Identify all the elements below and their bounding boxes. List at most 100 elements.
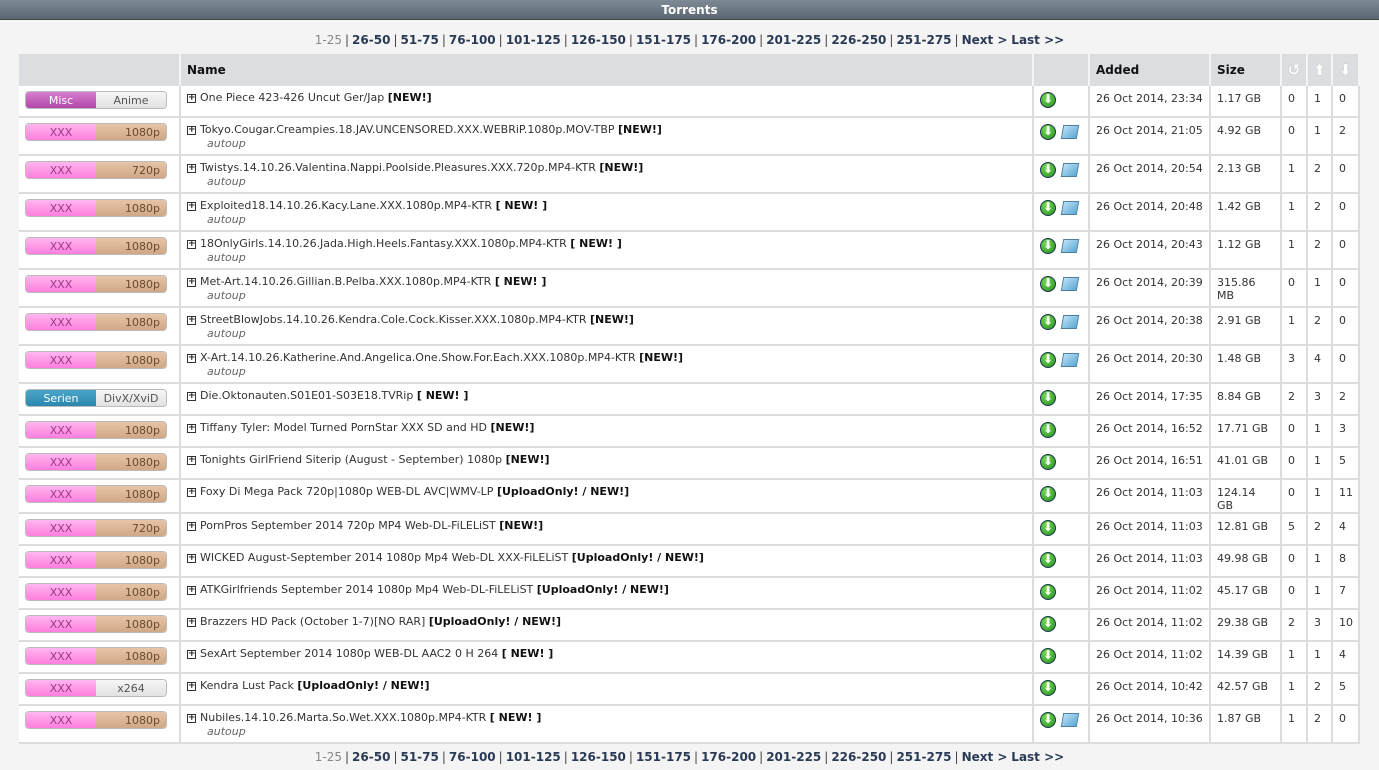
leechers-count[interactable]: 0 xyxy=(1333,308,1360,346)
expand-icon[interactable]: + xyxy=(187,278,196,287)
category-main[interactable]: XXX xyxy=(26,200,96,216)
category-badge[interactable]: XXX 1080p xyxy=(25,615,167,633)
torrent-name-link[interactable]: PornPros September 2014 720p MP4 Web-DL-… xyxy=(200,519,496,532)
expand-icon[interactable]: + xyxy=(187,126,196,135)
expand-icon[interactable]: + xyxy=(187,94,196,103)
category-badge[interactable]: XXX 1080p xyxy=(25,485,167,503)
pager-link[interactable]: 126-150 xyxy=(571,33,626,47)
arrow-down-icon[interactable]: ⬇ xyxy=(1333,54,1360,86)
leechers-count[interactable]: 4 xyxy=(1333,642,1360,674)
category-sub[interactable]: x264 xyxy=(96,680,166,696)
category-sub[interactable]: 1080p xyxy=(96,712,166,728)
category-sub[interactable]: 1080p xyxy=(96,616,166,632)
download-icon[interactable] xyxy=(1040,276,1056,292)
pager-link[interactable]: 76-100 xyxy=(449,750,496,764)
torrent-name-link[interactable]: WICKED August-September 2014 1080p Mp4 W… xyxy=(200,551,568,564)
pager-link[interactable]: 26-50 xyxy=(352,33,390,47)
category-sub[interactable]: 1080p xyxy=(96,422,166,438)
expand-icon[interactable]: + xyxy=(187,586,196,595)
leechers-count[interactable]: 2 xyxy=(1333,118,1360,156)
category-badge[interactable]: XXX 720p xyxy=(25,161,167,179)
expand-icon[interactable]: + xyxy=(187,488,196,497)
torrent-name-link[interactable]: Kendra Lust Pack xyxy=(200,679,294,692)
torrent-name-link[interactable]: Twistys.14.10.26.Valentina.Nappi.Poolsid… xyxy=(200,161,596,174)
leechers-count[interactable]: 11 xyxy=(1333,480,1360,514)
category-sub[interactable]: 1080p xyxy=(96,314,166,330)
seeders-count[interactable]: 2 xyxy=(1308,514,1333,546)
category-badge[interactable]: XXX 720p xyxy=(25,519,167,537)
category-sub[interactable]: Anime xyxy=(96,92,166,108)
pager-next[interactable]: Next > xyxy=(962,750,1008,764)
download-icon[interactable] xyxy=(1040,520,1056,536)
download-icon[interactable] xyxy=(1040,352,1056,368)
category-badge[interactable]: XXX x264 xyxy=(25,679,167,697)
seeders-count[interactable]: 3 xyxy=(1308,610,1333,642)
category-main[interactable]: Misc xyxy=(26,92,96,108)
category-main[interactable]: XXX xyxy=(26,712,96,728)
torrent-name-link[interactable]: X-Art.14.10.26.Katherine.And.Angelica.On… xyxy=(200,351,636,364)
category-badge[interactable]: XXX 1080p xyxy=(25,583,167,601)
seeders-count[interactable]: 3 xyxy=(1308,384,1333,416)
category-main[interactable]: XXX xyxy=(26,454,96,470)
category-badge[interactable]: XXX 1080p xyxy=(25,313,167,331)
category-badge[interactable]: XXX 1080p xyxy=(25,551,167,569)
expand-icon[interactable]: + xyxy=(187,618,196,627)
pager-link[interactable]: 101-125 xyxy=(506,33,561,47)
download-icon[interactable] xyxy=(1040,454,1056,470)
category-main[interactable]: XXX xyxy=(26,314,96,330)
nfo-icon[interactable] xyxy=(1060,277,1080,291)
nfo-icon[interactable] xyxy=(1060,713,1080,727)
size-header[interactable]: Size xyxy=(1211,54,1282,86)
name-header[interactable]: Name xyxy=(181,54,1034,86)
expand-icon[interactable]: + xyxy=(187,316,196,325)
leechers-count[interactable]: 8 xyxy=(1333,546,1360,578)
expand-icon[interactable]: + xyxy=(187,456,196,465)
category-badge[interactable]: XXX 1080p xyxy=(25,123,167,141)
category-sub[interactable]: 720p xyxy=(96,162,166,178)
download-icon[interactable] xyxy=(1040,124,1056,140)
category-main[interactable]: Serien xyxy=(26,390,96,406)
seeders-count[interactable]: 1 xyxy=(1308,578,1333,610)
torrent-name-link[interactable]: One Piece 423-426 Uncut Ger/Jap xyxy=(200,91,384,104)
category-main[interactable]: XXX xyxy=(26,352,96,368)
download-icon[interactable] xyxy=(1040,648,1056,664)
nfo-icon[interactable] xyxy=(1060,125,1080,139)
category-badge[interactable]: XXX 1080p xyxy=(25,711,167,729)
pager-link[interactable]: 201-225 xyxy=(766,750,821,764)
category-sub[interactable]: 1080p xyxy=(96,352,166,368)
expand-icon[interactable]: + xyxy=(187,240,196,249)
pager-link[interactable]: 176-200 xyxy=(701,750,756,764)
category-badge[interactable]: XXX 1080p xyxy=(25,421,167,439)
download-icon[interactable] xyxy=(1040,200,1056,216)
download-icon[interactable] xyxy=(1040,92,1056,108)
expand-icon[interactable]: + xyxy=(187,554,196,563)
download-icon[interactable] xyxy=(1040,680,1056,696)
torrent-name-link[interactable]: StreetBlowJobs.14.10.26.Kendra.Cole.Cock… xyxy=(200,313,587,326)
category-badge[interactable]: Serien DivX/XviD xyxy=(25,389,167,407)
category-main[interactable]: XXX xyxy=(26,162,96,178)
nfo-icon[interactable] xyxy=(1060,239,1080,253)
category-sub[interactable]: DivX/XviD xyxy=(96,390,166,406)
pager-link[interactable]: 251-275 xyxy=(896,750,951,764)
pager-last[interactable]: Last >> xyxy=(1011,750,1064,764)
expand-icon[interactable]: + xyxy=(187,714,196,723)
leechers-count[interactable]: 5 xyxy=(1333,448,1360,480)
category-main[interactable]: XXX xyxy=(26,520,96,536)
category-sub[interactable]: 1080p xyxy=(96,584,166,600)
torrent-name-link[interactable]: Foxy Di Mega Pack 720p|1080p WEB-DL AVC|… xyxy=(200,485,493,498)
expand-icon[interactable]: + xyxy=(187,682,196,691)
pager-link[interactable]: 151-175 xyxy=(636,33,691,47)
pager-link[interactable]: 101-125 xyxy=(506,750,561,764)
download-icon[interactable] xyxy=(1040,238,1056,254)
seeders-count[interactable]: 1 xyxy=(1308,270,1333,308)
seeders-count[interactable]: 2 xyxy=(1308,308,1333,346)
leechers-count[interactable]: 0 xyxy=(1333,86,1360,118)
category-main[interactable]: XXX xyxy=(26,422,96,438)
category-sub[interactable]: 1080p xyxy=(96,276,166,292)
pager-link[interactable]: 26-50 xyxy=(352,750,390,764)
seeders-count[interactable]: 4 xyxy=(1308,346,1333,384)
pager-link[interactable]: 126-150 xyxy=(571,750,626,764)
pager-link[interactable]: 251-275 xyxy=(896,33,951,47)
seeders-count[interactable]: 2 xyxy=(1308,674,1333,706)
category-badge[interactable]: Misc Anime xyxy=(25,91,167,109)
